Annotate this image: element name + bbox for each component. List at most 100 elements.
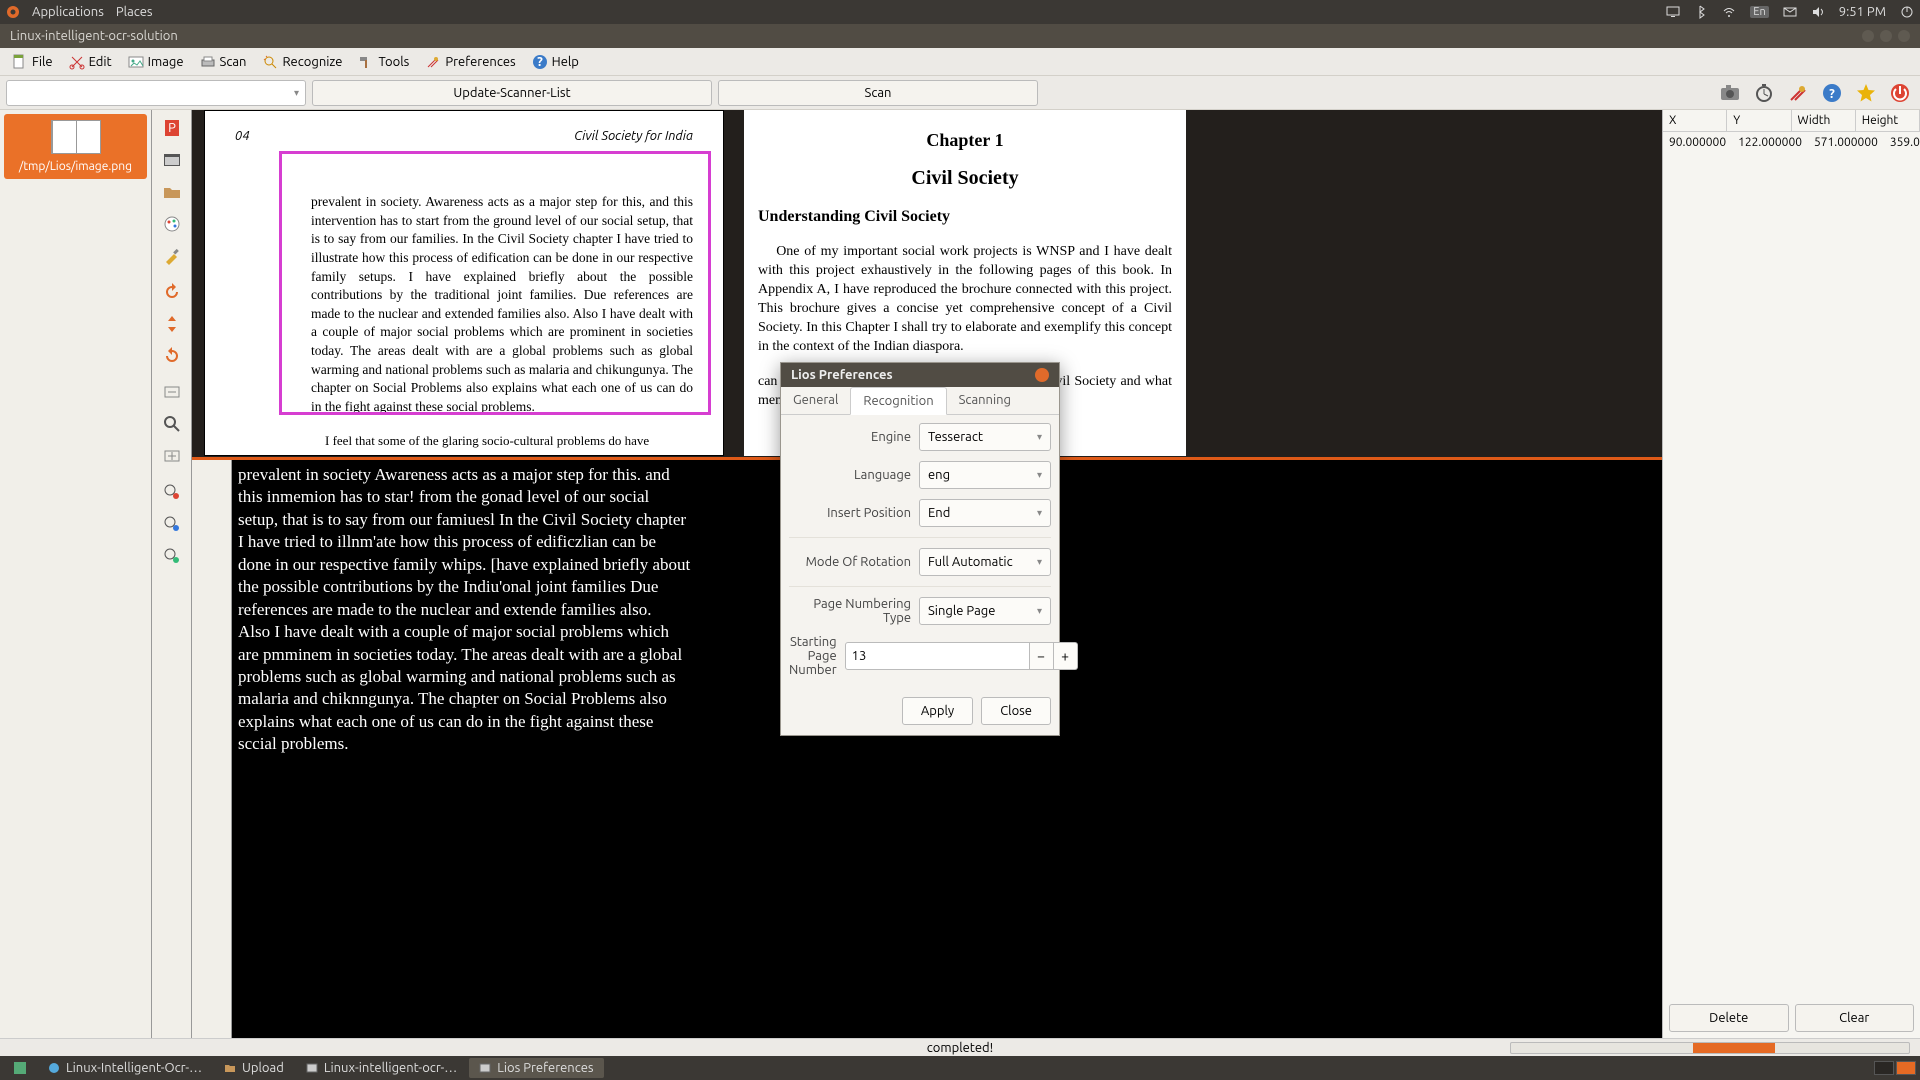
folder-icon[interactable] <box>162 182 182 202</box>
clock[interactable]: 9:51 PM <box>1839 5 1886 19</box>
svg-text:P: P <box>168 121 176 135</box>
recognize-icon <box>262 54 278 70</box>
menu-scan[interactable]: Scan <box>194 52 253 72</box>
tab-recognition[interactable]: Recognition <box>850 387 946 415</box>
svg-text:?: ? <box>537 55 543 69</box>
engine-select[interactable]: Tesseract <box>919 423 1051 451</box>
startpage-label: Starting Page Number <box>789 635 845 677</box>
menu-help[interactable]: ?Help <box>526 52 585 72</box>
task-upload[interactable]: Upload <box>214 1058 294 1078</box>
timer-icon[interactable] <box>1753 82 1775 104</box>
menu-file[interactable]: File <box>6 52 59 72</box>
coord-w: 571.000000 <box>1808 132 1884 153</box>
insert-position-select[interactable]: End <box>919 499 1051 527</box>
thumb-label: /tmp/Lios/image.png <box>19 160 132 173</box>
marker-blue-icon[interactable] <box>162 514 182 534</box>
star-icon[interactable] <box>1855 82 1877 104</box>
status-bar: completed! <box>0 1038 1920 1056</box>
maximize-button[interactable] <box>1880 30 1892 42</box>
clear-button[interactable]: Clear <box>1795 1004 1915 1032</box>
editor-tool-column <box>192 460 232 1038</box>
numbering-label: Page Numbering Type <box>789 597 919 625</box>
rotation-label: Mode Of Rotation <box>789 555 919 569</box>
places-menu[interactable]: Places <box>116 5 153 19</box>
numbering-select[interactable]: Single Page <box>919 597 1051 625</box>
window-task-icon <box>306 1062 318 1074</box>
settings-tool-icon[interactable] <box>1787 82 1809 104</box>
svg-text:?: ? <box>1829 87 1835 101</box>
window-icon[interactable] <box>162 150 182 170</box>
close-button[interactable]: Close <box>981 697 1051 725</box>
bluetooth-icon[interactable] <box>1694 5 1708 19</box>
selection-rectangle[interactable] <box>279 151 711 415</box>
camera-icon[interactable] <box>1719 82 1741 104</box>
palette-icon[interactable] <box>162 214 182 234</box>
coord-row[interactable]: 90.000000 122.000000 571.000000 359.0000… <box>1663 132 1920 153</box>
applications-menu[interactable]: Applications <box>32 5 104 19</box>
startpage-input[interactable] <box>845 642 1030 670</box>
help-icon: ? <box>532 54 548 70</box>
minimize-button[interactable] <box>1862 30 1874 42</box>
spin-plus-button[interactable]: + <box>1054 642 1078 670</box>
rotate-left-icon[interactable] <box>162 346 182 366</box>
menu-recognize[interactable]: Recognize <box>256 52 348 72</box>
preferences-dialog: Lios Preferences General Recognition Sca… <box>780 362 1060 736</box>
thumbnail-item[interactable]: /tmp/Lios/image.png <box>4 114 147 179</box>
tab-scanning[interactable]: Scanning <box>947 387 1023 414</box>
zoom-icon[interactable] <box>162 414 182 434</box>
chapter-number: Chapter 1 <box>744 110 1186 151</box>
language-select[interactable]: eng <box>919 461 1051 489</box>
section-heading: Understanding Civil Society <box>744 190 1186 226</box>
spin-minus-button[interactable]: − <box>1030 642 1054 670</box>
app-icon <box>48 1062 60 1074</box>
dialog-titlebar[interactable]: Lios Preferences <box>781 363 1059 387</box>
apply-button[interactable]: Apply <box>902 697 973 725</box>
keyboard-lang-indicator[interactable]: En <box>1750 6 1768 18</box>
menu-tools[interactable]: Tools <box>352 52 415 72</box>
coord-x: 90.000000 <box>1663 132 1732 153</box>
rotate-right-icon[interactable] <box>162 282 182 302</box>
task-lios[interactable]: Linux-Intelligent-Ocr-… <box>38 1058 212 1078</box>
coord-hdr-w: Width <box>1792 110 1856 131</box>
menu-preferences[interactable]: Preferences <box>419 52 521 72</box>
delete-button[interactable]: Delete <box>1669 1004 1789 1032</box>
help-tool-icon[interactable]: ? <box>1821 82 1843 104</box>
workspace-switcher[interactable] <box>1874 1061 1916 1075</box>
page2-body: One of my important social work projects… <box>744 226 1186 356</box>
task-prefs[interactable]: Lios Preferences <box>469 1058 603 1078</box>
update-scanner-list-button[interactable]: Update-Scanner-List <box>312 80 712 106</box>
marker-red-icon[interactable] <box>162 482 182 502</box>
close-window-button[interactable] <box>1898 30 1910 42</box>
menu-image[interactable]: Image <box>122 52 190 72</box>
show-desktop-button[interactable] <box>4 1058 36 1078</box>
volume-icon[interactable] <box>1811 5 1825 19</box>
pdf-icon[interactable]: P <box>162 118 182 138</box>
coord-hdr-h: Height <box>1856 110 1920 131</box>
power-icon[interactable] <box>1900 5 1914 19</box>
page-running-head: Civil Society for India <box>574 129 693 143</box>
flip-vertical-icon[interactable] <box>162 314 182 334</box>
prefs-tabs: General Recognition Scanning <box>781 387 1059 415</box>
startpage-spinner[interactable]: − + <box>845 642 1078 670</box>
scanner-combo[interactable]: ▾ <box>6 80 306 106</box>
close-icon[interactable] <box>1035 368 1049 382</box>
coord-hdr-y: Y <box>1727 110 1791 131</box>
scissors-icon <box>69 54 85 70</box>
bottom-taskbar: Linux-Intelligent-Ocr-… Upload Linux-int… <box>0 1056 1920 1080</box>
mail-icon[interactable] <box>1783 5 1797 19</box>
scan-button[interactable]: Scan <box>718 80 1038 106</box>
task-lios-window[interactable]: Linux-intelligent-ocr-… <box>296 1058 467 1078</box>
wrench-screwdriver-icon <box>425 54 441 70</box>
language-label: Language <box>789 468 919 482</box>
menu-edit[interactable]: Edit <box>63 52 118 72</box>
zoom-out-rect-icon[interactable] <box>162 382 182 402</box>
tab-general[interactable]: General <box>781 387 850 414</box>
wifi-icon[interactable] <box>1722 5 1736 19</box>
marker-green-icon[interactable] <box>162 546 182 566</box>
power-tool-icon[interactable] <box>1889 82 1911 104</box>
zoom-in-rect-icon[interactable] <box>162 446 182 466</box>
display-icon[interactable] <box>1666 5 1680 19</box>
brush-icon[interactable] <box>162 246 182 266</box>
window-title: Linux-intelligent-ocr-solution <box>10 29 178 43</box>
rotation-select[interactable]: Full Automatic <box>919 548 1051 576</box>
